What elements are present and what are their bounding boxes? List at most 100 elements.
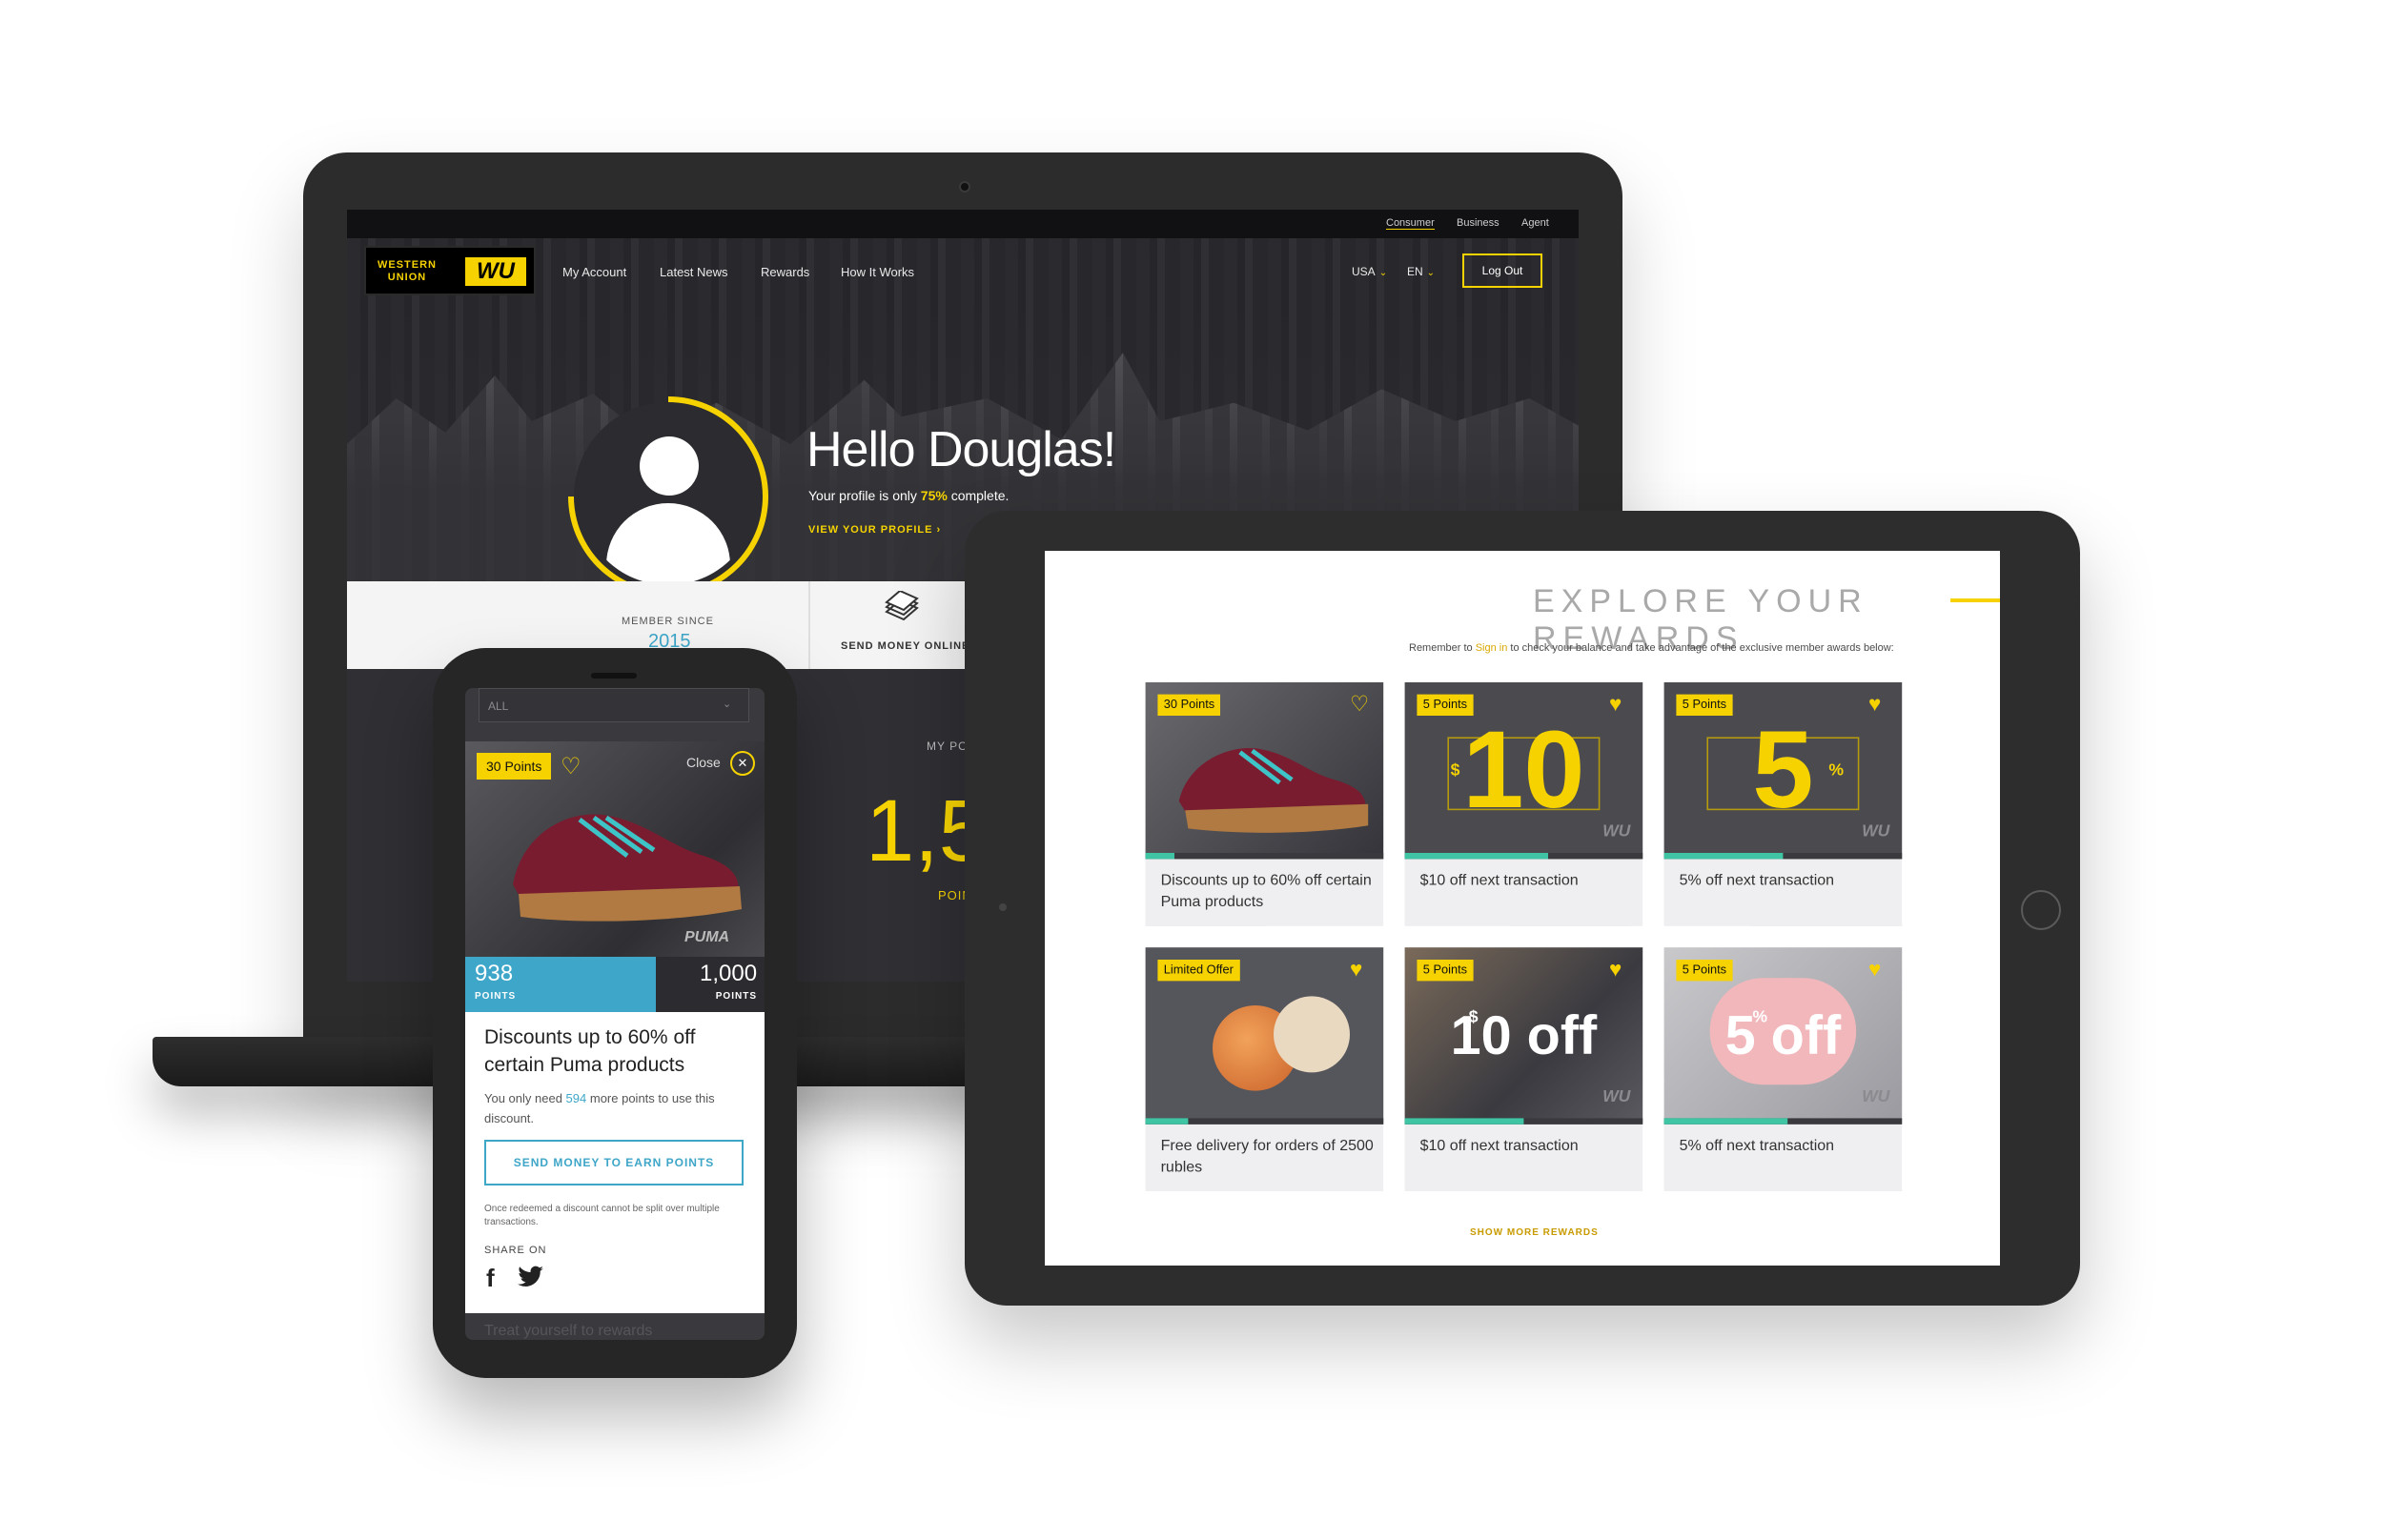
nav-how-it-works[interactable]: How It Works [841, 265, 914, 279]
reward-progress-fill [1663, 853, 1784, 860]
profile-percent: 75% [920, 488, 948, 503]
points-needed: 594 [565, 1091, 587, 1105]
heart-icon[interactable]: ♥ [1868, 691, 1881, 716]
reward-card[interactable]: 30 Points ♡ Discounts up to 60% off certai… [1145, 681, 1384, 926]
chevron-down-icon: ⌄ [1378, 268, 1388, 278]
offer-amount: 10 off [1450, 1003, 1598, 1066]
reward-description: You only need 594 more points to use thi… [484, 1091, 715, 1125]
language-select[interactable]: EN ⌄ [1407, 265, 1435, 278]
reward-card[interactable]: 10 $ WU 5 Points ♥ $10 off next transaction [1404, 681, 1643, 926]
close-icon[interactable]: ✕ [730, 751, 755, 776]
twitter-icon[interactable] [515, 1266, 545, 1288]
country-select[interactable]: USA ⌄ [1352, 265, 1387, 278]
wu-watermark: WU [1602, 1087, 1631, 1106]
reward-caption: Free delivery for orders of 2500 rubles [1160, 1138, 1374, 1177]
reward-caption: Discounts up to 60% off certain Puma pro… [1160, 872, 1372, 911]
cream-lid-image [1274, 996, 1350, 1073]
svg-text:PUMA: PUMA [684, 929, 729, 945]
wu-watermark: WU [1862, 822, 1890, 841]
offer-amount: 5 off [1724, 1003, 1842, 1066]
reward-progress-fill [1145, 1118, 1189, 1125]
profile-completion-text: Your profile is only 75% complete. [808, 488, 1010, 503]
close-label[interactable]: Close [686, 755, 721, 770]
redeem-note: Once redeemed a discount cannot be split… [484, 1204, 720, 1227]
heart-icon[interactable]: ♡ [561, 753, 581, 780]
view-profile-link[interactable]: VIEW YOUR PROFILE › [808, 524, 941, 536]
points-have-value: 938 [475, 961, 514, 986]
wu-watermark: WU [1862, 1087, 1890, 1106]
avatar-body-icon [606, 503, 730, 585]
agent-link[interactable]: Agent [1521, 217, 1549, 229]
sign-in-reminder: Remember to Sign in to check your balanc… [1409, 642, 1894, 654]
logo-wordmark: WESTERN UNION [377, 259, 437, 283]
reward-card[interactable]: Limited Offer ♥ Free delivery for orders o… [1145, 947, 1384, 1192]
filter-value: ALL [488, 699, 509, 713]
reward-caption: $10 off next transaction [1419, 872, 1579, 890]
heart-icon[interactable]: ♥ [1350, 957, 1362, 982]
consumer-link[interactable]: Consumer [1386, 217, 1435, 230]
points-need-unit: POINTS [715, 991, 757, 1002]
nav-my-account[interactable]: My Account [562, 265, 626, 279]
nav-latest-news[interactable]: Latest News [660, 265, 728, 279]
language-value: EN [1407, 265, 1423, 278]
heart-icon[interactable]: ♥ [1609, 691, 1622, 716]
offer-symbol: % [1752, 1008, 1768, 1027]
avatar[interactable] [580, 408, 757, 585]
reward-card[interactable]: 10 off $ WU 5 Points ♥ $10 off next transacti… [1404, 947, 1643, 1192]
reward-progress-bar [1404, 1118, 1643, 1125]
points-have-unit: POINTS [475, 991, 517, 1002]
offer-symbol: $ [1450, 761, 1460, 780]
reward-title: Discounts up to 60% off certain Puma pro… [484, 1026, 696, 1076]
heart-icon[interactable]: ♥ [1609, 957, 1622, 982]
phone-speaker [591, 673, 637, 679]
greeting-heading: Hello Douglas! [806, 422, 1116, 477]
show-more-rewards-link[interactable]: SHOW MORE REWARDS [1470, 1227, 1599, 1238]
reward-progress-bar [1145, 853, 1384, 860]
facebook-icon[interactable]: f [486, 1264, 495, 1293]
avatar-head-icon [640, 436, 699, 496]
offer-symbol: % [1828, 761, 1845, 780]
points-badge: 30 Points [1157, 694, 1221, 716]
logo-wu-mark: WU [465, 257, 526, 286]
points-badge: Limited Offer [1157, 960, 1240, 982]
logout-button[interactable]: Log Out [1462, 253, 1542, 288]
title-accent-line [1950, 598, 2000, 602]
reward-caption: 5% off next transaction [1679, 1138, 1835, 1155]
country-value: USA [1352, 265, 1376, 278]
reward-caption: $10 off next transaction [1419, 1138, 1579, 1155]
reward-progress-bar [1663, 853, 1903, 860]
chevron-down-icon: ⌄ [723, 699, 732, 710]
heart-icon[interactable]: ♡ [1350, 691, 1369, 717]
heart-icon[interactable]: ♥ [1868, 957, 1881, 982]
nav-rewards[interactable]: Rewards [761, 265, 809, 279]
money-stack-icon [885, 591, 919, 621]
offer-amount: 10 [1462, 709, 1585, 832]
reward-progress-fill [1404, 1118, 1524, 1125]
my-points-label: MY PO [927, 740, 969, 753]
reward-progress-fill [1663, 1118, 1788, 1125]
points-badge: 5 Points [1417, 694, 1474, 716]
reward-caption: 5% off next transaction [1679, 872, 1835, 890]
send-money-online-link[interactable]: SEND MONEY ONLINE [841, 640, 969, 652]
western-union-logo[interactable]: WESTERN UNION WU [364, 246, 536, 295]
reward-card[interactable]: 5 off% WU 5 Points ♥ 5% off next transaction [1663, 947, 1903, 1192]
chevron-down-icon: ⌄ [1426, 268, 1436, 278]
phone-screen: ALL ⌄ PUMA 30 Points ♡ Close ✕ 938 POINT… [465, 688, 765, 1340]
tablet-home-button [2021, 890, 2061, 930]
reward-progress-bar [1145, 1118, 1384, 1125]
reward-card[interactable]: 5% WU 5 Points ♥ 5% off next transaction [1663, 681, 1903, 926]
category-filter-select[interactable] [479, 688, 749, 722]
send-money-to-earn-points-button[interactable]: SEND MONEY TO EARN POINTS [484, 1140, 744, 1185]
reward-progress-bar [1663, 1118, 1903, 1125]
offer-symbol: $ [1468, 1008, 1479, 1027]
sign-in-link[interactable]: Sign in [1476, 642, 1508, 654]
member-since-label: MEMBER SINCE [622, 616, 714, 627]
reward-progress-bar [1404, 853, 1643, 860]
business-link[interactable]: Business [1457, 217, 1500, 229]
reward-progress-fill [1404, 853, 1548, 860]
points-badge: 5 Points [1676, 694, 1733, 716]
share-label: SHARE ON [484, 1245, 547, 1256]
panel-divider [808, 581, 810, 669]
points-badge: 30 Points [477, 753, 552, 780]
points-badge: 5 Points [1417, 960, 1474, 982]
